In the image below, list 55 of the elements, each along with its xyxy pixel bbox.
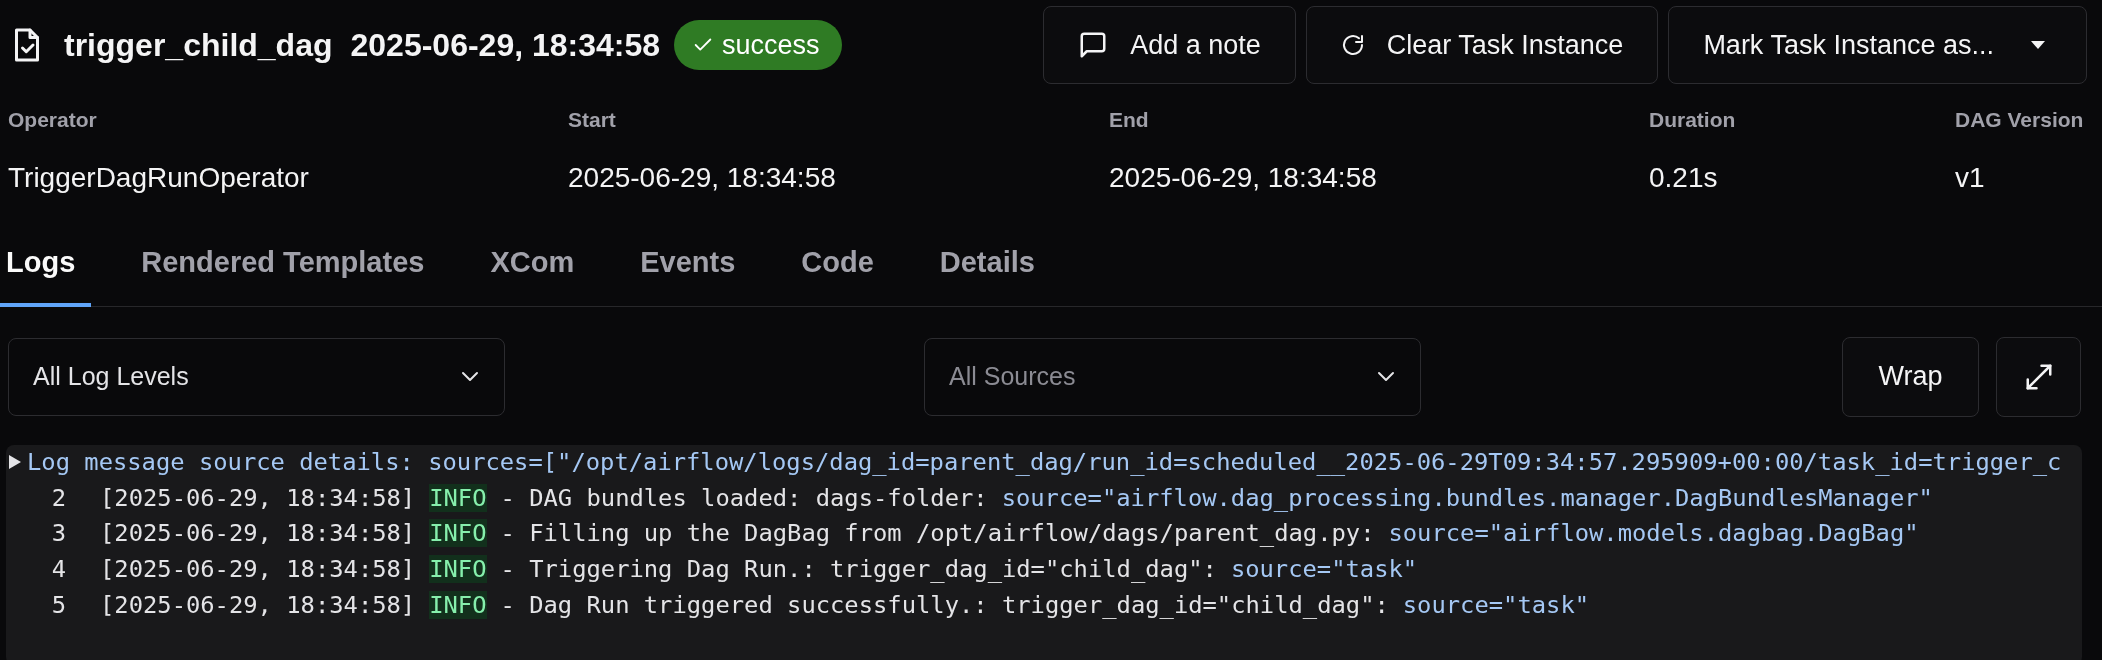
fullscreen-button[interactable] [1996,336,2081,417]
tab[interactable]: Rendered Templates [125,242,441,307]
log-message: - Dag Run triggered successfully.: trigger_dag_id="child_dag": [500,590,1389,619]
field-label: Start [568,108,617,133]
disclosure-triangle-icon[interactable] [8,455,21,470]
field-label: DAG Version [1955,108,2085,133]
tab[interactable]: Logs [0,242,92,307]
expand-arrows-icon [2023,361,2054,392]
log-level: INFO [429,555,487,584]
line-number: 5 [50,590,66,619]
log-source-summary[interactable]: Log message source details: sources=["/opt/airflow/logs/dag_id=parent_dag/run_id=scheduled__2025-06-29T09:34:57.295909+00:00/task_id=trigger_c [27,448,2062,477]
add-note-button[interactable]: Add a note [1043,6,1296,84]
document-check-icon [12,27,42,63]
caret-down-icon [2030,40,2046,50]
log-timestamp: [2025-06-29, 18:34:58] [100,555,416,584]
field-value: 2025-06-29, 18:34:58 [1109,162,1378,194]
log-level-select[interactable]: All Log Levels [8,337,505,416]
log-source: source="task" [1230,555,1418,584]
log-message: - Filling up the DagBag from /opt/airflow/dags/parent_dag.py: [500,519,1375,548]
tab[interactable]: XCom [474,242,591,307]
source-select[interactable]: All Sources [924,337,1421,416]
line-number: 3 [50,519,66,548]
log-timestamp: [2025-06-29, 18:34:58] [100,483,416,512]
field-value: v1 [1955,162,1986,194]
log-level: INFO [429,519,487,548]
log-message: - DAG bundles loaded: dags-folder: [500,483,988,512]
wrap-button[interactable]: Wrap [1842,336,1979,417]
log-source: source="airflow.dag_processing.bundles.manager.DagBundlesManager" [1001,483,1933,512]
line-number: 2 [50,483,66,512]
refresh-icon [1340,33,1365,57]
tab[interactable]: Details [923,242,1051,307]
log-level: INFO [429,590,487,619]
task-name: trigger_child_dag [64,26,333,64]
run-date: 2025-06-29, 18:34:58 [350,26,661,64]
mark-as-dropdown[interactable]: Mark Task Instance as... [1668,6,2087,84]
clear-button[interactable]: Clear Task Instance [1305,6,1659,84]
chevron-down-icon [460,370,480,383]
log-source: source="airflow.models.dagbag.DagBag" [1388,519,1919,548]
log-timestamp: [2025-06-29, 18:34:58] [100,519,416,548]
line-number: 4 [50,555,66,584]
chat-bubble-icon [1078,30,1109,60]
field-value: 0.21s [1649,162,1719,194]
field-value: TriggerDagRunOperator [8,162,310,194]
log-timestamp: [2025-06-29, 18:34:58] [100,590,416,619]
field-label: End [1109,108,1150,133]
status-badge: success [674,20,842,70]
tab[interactable]: Code [785,242,890,307]
field-label: Duration [1649,108,1737,133]
log-level: INFO [429,483,487,512]
log-source: source="task" [1402,590,1590,619]
log-message: - Triggering Dag Run.: trigger_dag_id="child_dag": [500,555,1217,584]
chevron-down-icon [1376,370,1396,383]
field-label: Operator [8,108,98,133]
tab[interactable]: Events [624,242,752,307]
field-value: 2025-06-29, 18:34:58 [568,162,837,194]
